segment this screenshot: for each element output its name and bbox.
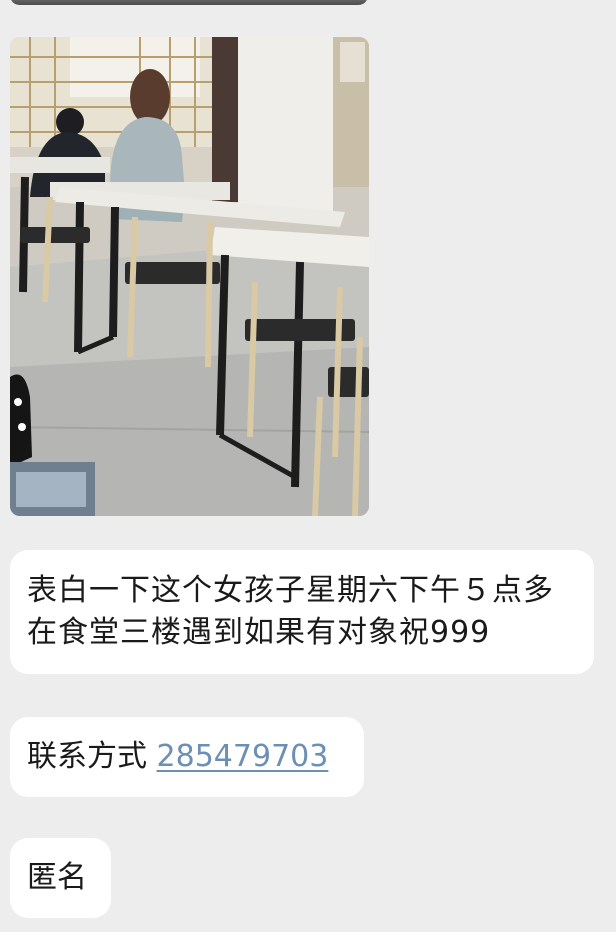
message-bubble[interactable]: 联系方式 285479703: [10, 717, 364, 797]
message-text: 表白一下这个女孩子星期六下午５点多在食堂三楼遇到如果有对象祝999: [27, 573, 554, 650]
contact-label: 联系方式: [27, 739, 157, 774]
image-message[interactable]: [10, 37, 369, 516]
message-text: 匿名: [27, 860, 87, 895]
previous-image-message[interactable]: [10, 0, 368, 5]
message-bubble[interactable]: 表白一下这个女孩子星期六下午５点多在食堂三楼遇到如果有对象祝999: [10, 550, 594, 674]
cafeteria-photo: [10, 37, 369, 516]
message-bubble[interactable]: 匿名: [10, 838, 111, 918]
chat-message-list: 表白一下这个女孩子星期六下午５点多在食堂三楼遇到如果有对象祝999 联系方式 2…: [0, 0, 616, 932]
contact-number-link[interactable]: 285479703: [157, 739, 329, 774]
